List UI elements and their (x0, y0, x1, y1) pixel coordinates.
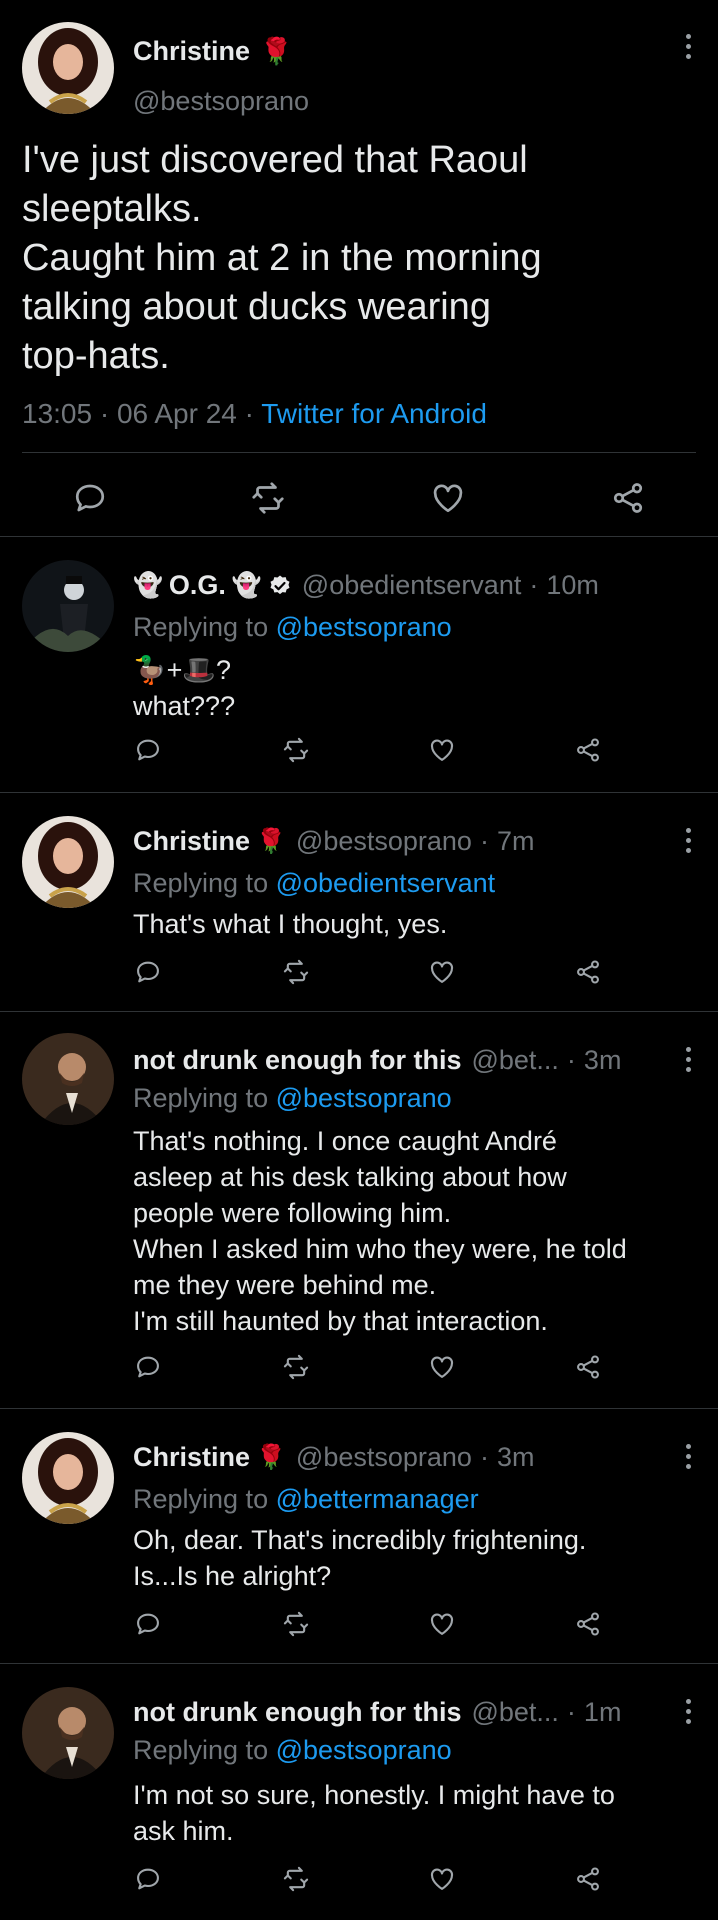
reply-icon[interactable] (134, 958, 162, 986)
share-icon[interactable] (574, 1610, 602, 1638)
reply-age: 3m (583, 1045, 622, 1075)
manager-avatar[interactable] (22, 1033, 114, 1125)
reply-actions (0, 736, 718, 772)
reply-icon[interactable] (134, 1610, 162, 1638)
reply-text: That's what I thought, yes. (133, 909, 448, 939)
share-icon[interactable] (574, 1865, 602, 1893)
mention-link[interactable]: @obedientservant (276, 868, 496, 898)
reply-header: not drunk enough for this @bet... · 1m (133, 1697, 622, 1728)
reply-tweet[interactable]: Christine 🌹 @bestsoprano · 7m Replying t… (0, 794, 718, 1012)
reply-header: Christine 🌹 @bestsoprano · 3m (133, 1442, 535, 1473)
christine-avatar[interactable] (22, 22, 114, 114)
retweet-icon[interactable] (282, 958, 310, 986)
reply-actions (0, 1610, 718, 1646)
rose-emoji: 🌹 (256, 1444, 286, 1471)
like-icon[interactable] (428, 736, 456, 764)
manager-avatar[interactable] (22, 1687, 114, 1779)
tweet-time: 13:05 (22, 398, 93, 429)
more-options-icon[interactable] (680, 1438, 696, 1474)
author-name[interactable]: Christine 🌹 (133, 1442, 286, 1473)
share-icon[interactable] (610, 480, 646, 516)
replying-to: Replying to @obedientservant (133, 868, 496, 898)
mention-link[interactable]: @bestsoprano (276, 1735, 452, 1765)
reply-text: I'm not so sure, honestly. I might have … (133, 1780, 615, 1846)
like-icon[interactable] (430, 480, 466, 516)
reply-icon[interactable] (134, 736, 162, 764)
reply-header: 👻 O.G. 👻 @obedientservant · 10m (133, 570, 599, 601)
reply-header: not drunk enough for this @bet... · 3m (133, 1045, 622, 1076)
reply-tweet[interactable]: Christine 🌹 @bestsoprano · 3m Replying t… (0, 1410, 718, 1664)
author-handle[interactable]: @obedientservant (302, 570, 522, 601)
reply-icon[interactable] (72, 480, 108, 516)
replying-to: Replying to @bettermanager (133, 1484, 479, 1514)
author-handle[interactable]: @bet... (471, 1045, 558, 1076)
share-icon[interactable] (574, 736, 602, 764)
retweet-icon[interactable] (282, 1865, 310, 1893)
replying-to: Replying to @bestsoprano (133, 612, 452, 642)
mention-link[interactable]: @bettermanager (276, 1484, 479, 1514)
like-icon[interactable] (428, 1865, 456, 1893)
retweet-icon[interactable] (282, 1610, 310, 1638)
author-name[interactable]: Christine 🌹 (133, 826, 286, 857)
rose-emoji: 🌹 (260, 36, 293, 66)
mention-link[interactable]: @bestsoprano (276, 1083, 452, 1113)
reply-tweet[interactable]: 👻 O.G. 👻 @obedientservant · 10m Replying… (0, 538, 718, 793)
share-icon[interactable] (574, 958, 602, 986)
reply-icon[interactable] (134, 1353, 162, 1381)
tweet-meta: 13:05 · 06 Apr 24 · Twitter for Android (22, 398, 487, 429)
reply-header: Christine 🌹 @bestsoprano · 7m (133, 826, 535, 857)
reply-age: 1m (583, 1697, 622, 1727)
reply-text: That's nothing. I once caught André asle… (133, 1126, 627, 1336)
author-name[interactable]: not drunk enough for this (133, 1697, 461, 1728)
christine-avatar[interactable] (22, 816, 114, 908)
reply-text: Oh, dear. That's incredibly frightening.… (133, 1525, 587, 1591)
more-options-icon[interactable] (680, 822, 696, 858)
replying-to: Replying to @bestsoprano (133, 1083, 452, 1113)
christine-avatar[interactable] (22, 1432, 114, 1524)
rose-emoji: 🌹 (256, 828, 286, 855)
retweet-icon[interactable] (282, 1353, 310, 1381)
replying-to: Replying to @bestsoprano (133, 1735, 452, 1765)
reply-actions (0, 1865, 718, 1901)
reply-actions (0, 1353, 718, 1389)
like-icon[interactable] (428, 958, 456, 986)
share-icon[interactable] (574, 1353, 602, 1381)
author-name[interactable]: Christine 🌹 (133, 36, 292, 67)
author-name[interactable]: not drunk enough for this (133, 1045, 461, 1076)
mention-link[interactable]: @bestsoprano (276, 612, 452, 642)
reply-tweet[interactable]: not drunk enough for this @bet... · 3m R… (0, 1013, 718, 1409)
more-options-icon[interactable] (680, 1041, 696, 1077)
like-icon[interactable] (428, 1353, 456, 1381)
ghost-emoji: 👻 (231, 572, 262, 599)
main-tweet[interactable]: Christine 🌹 @bestsoprano I've just disco… (0, 0, 718, 537)
reply-age: 7m (496, 826, 535, 856)
retweet-icon[interactable] (250, 480, 286, 516)
author-handle[interactable]: @bestsoprano (296, 826, 472, 857)
more-options-icon[interactable] (680, 1693, 696, 1729)
verified-badge-icon (268, 574, 292, 598)
reply-actions (0, 958, 718, 994)
reply-age: 10m (546, 570, 599, 600)
author-handle[interactable]: @bestsoprano (296, 1442, 472, 1473)
like-icon[interactable] (428, 1610, 456, 1638)
tweet-text: I've just discovered that Raoul sleeptal… (22, 139, 542, 377)
reply-tweet[interactable]: not drunk enough for this @bet... · 1m R… (0, 1665, 718, 1920)
reply-age: 3m (496, 1442, 535, 1472)
tweet-actions (0, 470, 718, 526)
ghost-emoji: 👻 (133, 572, 163, 599)
retweet-icon[interactable] (282, 736, 310, 764)
author-handle[interactable]: @bet... (471, 1697, 558, 1728)
tweet-date: 06 Apr 24 (116, 398, 237, 429)
tweet-client-link[interactable]: Twitter for Android (261, 398, 487, 429)
author-handle[interactable]: @bestsoprano (133, 86, 309, 117)
author-name[interactable]: 👻 O.G. 👻 (133, 570, 292, 601)
og-avatar[interactable] (22, 560, 114, 652)
divider (22, 452, 696, 453)
reply-icon[interactable] (134, 1865, 162, 1893)
more-options-icon[interactable] (680, 28, 696, 64)
reply-text: 🦆+🎩? what??? (133, 655, 236, 721)
